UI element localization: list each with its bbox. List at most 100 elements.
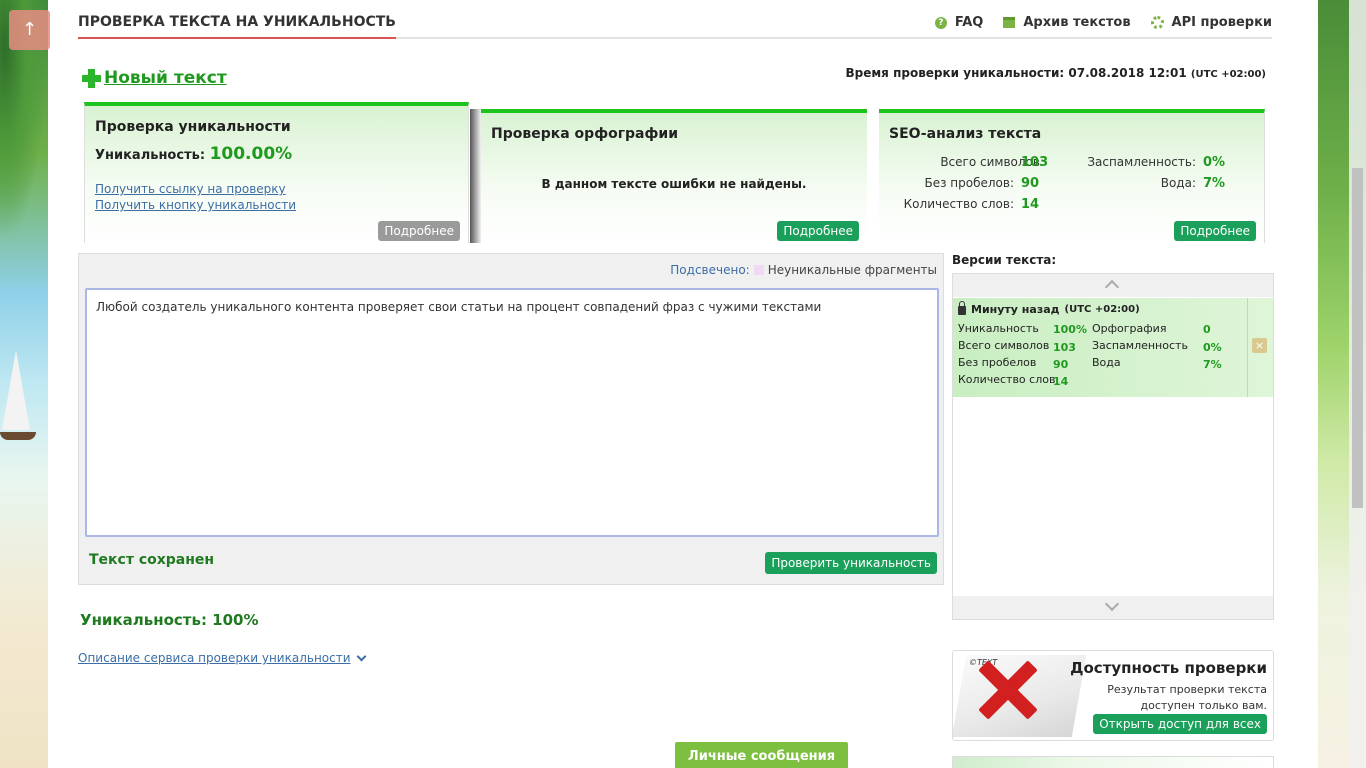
seo-card-title: SEO-анализ текста: [889, 126, 1042, 142]
version-item[interactable]: Минуту назад (UTC +02:00) Уникальность 1…: [953, 298, 1273, 397]
version-chars-value: 103: [1053, 341, 1076, 354]
gear-icon: [1150, 16, 1164, 29]
scroll-to-top-button[interactable]: ↑: [9, 10, 50, 50]
version-nospace-value: 90: [1053, 358, 1069, 371]
page-content: Проверка текста на уникальность ? FAQ Ар…: [78, 0, 1274, 768]
version-spam-label: Заспамленность: [1092, 339, 1188, 352]
seo-water-label: Вода:: [1160, 176, 1196, 190]
seo-total-chars-value: 103: [1021, 155, 1049, 170]
seo-spam-label: Заспамленность:: [1087, 155, 1196, 169]
seo-words-value: 14: [1021, 197, 1040, 212]
uniqueness-result: Уникальность: 100%: [80, 611, 259, 629]
version-uniq-label: Уникальность: [958, 322, 1039, 335]
new-text-link[interactable]: Новый текст: [82, 68, 227, 88]
red-cross-icon: [977, 659, 1037, 719]
version-spam-value: 0%: [1203, 341, 1222, 354]
sailboat-decoration: [2, 350, 30, 430]
secondary-panel: [952, 756, 1274, 768]
background-left: [0, 0, 48, 768]
saved-status: Текст сохранен: [89, 552, 215, 568]
version-water-value: 7%: [1203, 358, 1222, 371]
uniqueness-more-button[interactable]: Подробнее: [378, 221, 460, 241]
versions-scroll-up[interactable]: [953, 274, 1273, 297]
new-text-label[interactable]: Новый текст: [104, 68, 227, 88]
check-time-value: 07.08.2018 12:01: [1068, 66, 1187, 80]
seo-spam-value: 0%: [1203, 155, 1226, 170]
access-text: Результат проверки текста доступен тольк…: [1107, 683, 1267, 712]
seo-card: SEO-анализ текста Всего символов: 103 Бе…: [879, 109, 1265, 243]
nav-faq[interactable]: ? FAQ: [934, 15, 984, 30]
check-uniqueness-button[interactable]: Проверить уникальность: [765, 552, 937, 574]
version-uniq-value: 100%: [1053, 323, 1087, 336]
version-time: Минуту назад: [971, 303, 1060, 316]
scrollbar-thumb[interactable]: [1352, 168, 1363, 508]
question-icon: ?: [934, 16, 947, 29]
get-uniqueness-button-link[interactable]: Получить кнопку уникальности: [95, 198, 468, 212]
version-spell-value: 0: [1203, 323, 1211, 336]
access-title: Доступность проверки: [1070, 659, 1267, 677]
seo-total-chars: Всего символов:: [879, 155, 1044, 169]
seo-no-spaces: Без пробелов:: [879, 176, 1014, 190]
nav-archive[interactable]: Архив текстов: [1003, 15, 1131, 30]
nav-faq-label: FAQ: [954, 15, 984, 30]
close-icon: ×: [1254, 339, 1265, 352]
seo-water: Вода:: [1059, 176, 1196, 190]
page-scrollbar[interactable]: [1349, 0, 1366, 768]
spelling-card: Проверка орфографии В данном тексте ошиб…: [481, 109, 867, 243]
highlight-legend: Подсвечено: Неуникальные фрагменты: [670, 263, 937, 277]
version-words-value: 14: [1053, 375, 1069, 388]
version-words-label: Количество слов: [958, 373, 1056, 386]
version-header: Минуту назад (UTC +02:00): [958, 301, 1140, 316]
version-nospace-label: Без пробелов: [958, 356, 1037, 369]
version-water-label: Вода: [1092, 356, 1121, 369]
uniqueness-links: Получить ссылку на проверку Получить кно…: [95, 182, 468, 212]
check-time-tz: (UTC +02:00): [1190, 69, 1266, 80]
header-nav: ? FAQ Архив текстов API проверки: [934, 15, 1272, 30]
page-title: Проверка текста на уникальность: [78, 14, 396, 39]
open-access-button[interactable]: Открыть доступ для всех: [1093, 714, 1267, 734]
check-time: Время проверки уникальности: 07.08.2018 …: [846, 66, 1267, 80]
seo-words: Количество слов:: [879, 197, 1014, 211]
uniqueness-card-title: Проверка уникальности: [95, 119, 291, 135]
lock-icon: [958, 301, 966, 315]
access-panel: ©TEXT Доступность проверки Результат про…: [952, 650, 1274, 741]
highlight-swatch: [753, 265, 764, 275]
service-description-link[interactable]: Описание сервиса проверки уникальности: [78, 651, 366, 665]
versions-panel: Минуту назад (UTC +02:00) Уникальность 1…: [952, 273, 1274, 620]
spelling-card-title: Проверка орфографии: [491, 126, 678, 142]
chevron-down-icon: [356, 651, 366, 661]
text-editor[interactable]: Любой создатель уникального контента про…: [85, 288, 939, 537]
chevron-up-icon: [1104, 279, 1120, 295]
spelling-message: В данном тексте ошибки не найдены.: [541, 177, 807, 191]
plus-icon: [82, 68, 101, 88]
page-header: Проверка текста на уникальность ? FAQ Ар…: [78, 0, 1272, 39]
arrow-up-icon: ↑: [21, 19, 38, 40]
seo-no-spaces-value: 90: [1021, 176, 1040, 191]
editor-panel: Подсвечено: Неуникальные фрагменты Любой…: [78, 253, 944, 585]
uniqueness-value: 100.00%: [209, 144, 293, 164]
seo-spam: Заспамленность:: [1059, 155, 1196, 169]
seo-water-value: 7%: [1203, 176, 1226, 191]
nav-api-label: API проверки: [1171, 15, 1272, 30]
uniqueness-line: Уникальность: 100.00%: [95, 144, 468, 164]
get-check-link[interactable]: Получить ссылку на проверку: [95, 182, 468, 196]
uniqueness-label: Уникальность:: [95, 148, 206, 163]
uniqueness-card: Проверка уникальности Уникальность: 100.…: [84, 102, 469, 243]
version-spell-label: Орфография: [1092, 322, 1167, 335]
highlight-label: Подсвечено:: [670, 263, 750, 277]
spelling-more-button[interactable]: Подробнее: [777, 221, 859, 241]
service-description-label: Описание сервиса проверки уникальности: [78, 651, 351, 665]
delete-version-button[interactable]: ×: [1252, 338, 1267, 353]
versions-scroll-down[interactable]: [953, 596, 1273, 619]
version-tz: (UTC +02:00): [1064, 304, 1140, 315]
version-divider: [1247, 298, 1248, 397]
nav-api[interactable]: API проверки: [1150, 15, 1272, 30]
nav-archive-label: Архив текстов: [1023, 15, 1131, 30]
seo-more-button[interactable]: Подробнее: [1174, 221, 1256, 241]
versions-title: Версии текста:: [952, 253, 1057, 267]
seo-words-label: Количество слов:: [903, 197, 1014, 211]
highlight-legend-text: Неуникальные фрагменты: [767, 263, 937, 277]
archive-icon: [1003, 17, 1016, 28]
private-messages-button[interactable]: Личные сообщения: [675, 742, 848, 768]
check-time-label: Время проверки уникальности:: [845, 66, 1065, 80]
